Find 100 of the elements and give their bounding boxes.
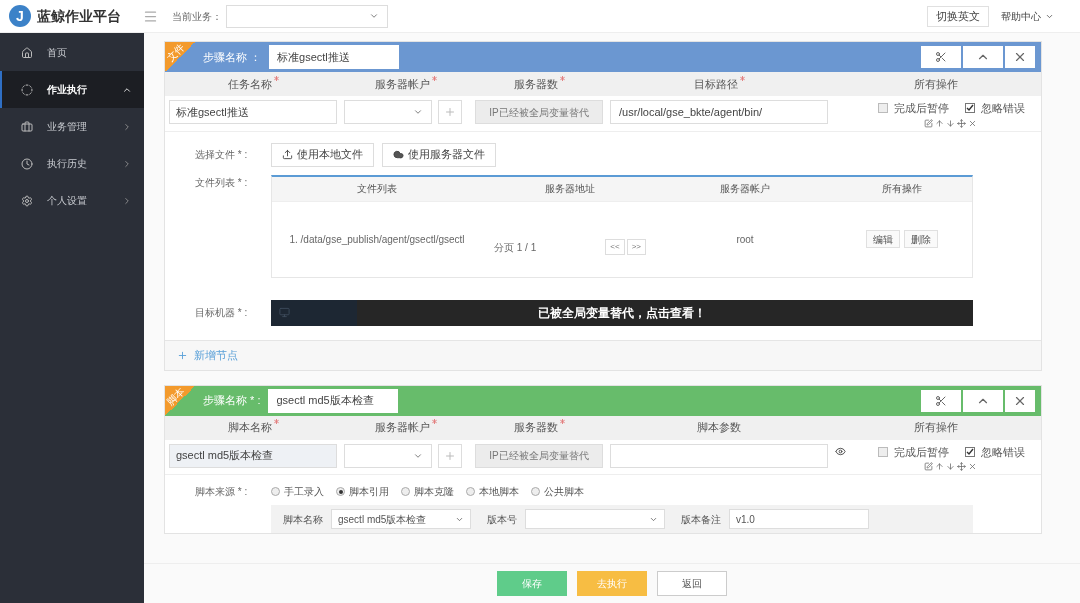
column-header: 服务器帐户 xyxy=(375,421,430,434)
target-path-field[interactable]: /usr/local/gse_bkte/agent/bin/ xyxy=(610,100,828,124)
caret-icon xyxy=(369,11,379,21)
cut-button[interactable] xyxy=(921,389,961,412)
edit-icon[interactable] xyxy=(924,118,933,128)
column-header: 服务器地址 xyxy=(544,182,596,196)
name-field[interactable]: gsectl md5版本检查 xyxy=(169,443,337,468)
checkbox[interactable] xyxy=(878,103,888,114)
plus-icon xyxy=(177,349,188,361)
radio-label: 公共脚本 xyxy=(544,485,584,499)
field-label: 文件列表 * : xyxy=(195,175,249,190)
prev-page-button[interactable]: << xyxy=(605,239,625,255)
close-icon xyxy=(1013,50,1027,64)
monitor-icon xyxy=(279,307,290,318)
step-badge: 脚本 xyxy=(165,385,195,416)
sidebar-item[interactable]: 个人设置 xyxy=(0,182,144,219)
checkbox-label: 完成后暂停 xyxy=(894,444,949,460)
close-button[interactable] xyxy=(1005,46,1035,68)
history-icon xyxy=(21,157,33,170)
column-header: 服务器数 xyxy=(513,77,558,90)
next-page-button[interactable]: >> xyxy=(626,239,646,255)
column-header: 脚本名称 xyxy=(227,421,272,434)
field-label: 版本号 xyxy=(487,512,517,527)
checkbox-label: 忽略错误 xyxy=(981,444,1025,460)
radio-button[interactable] xyxy=(466,487,475,496)
checkbox[interactable] xyxy=(878,446,888,457)
checkbox-label: 完成后暂停 xyxy=(894,101,949,116)
column-header: 服务器数 xyxy=(513,421,558,434)
app-title: 蓝鲸作业平台 xyxy=(37,6,121,26)
script-params-field[interactable] xyxy=(610,443,828,468)
app-logo: J xyxy=(9,5,31,27)
step-badge: 文件 xyxy=(165,42,195,72)
radio-button[interactable] xyxy=(336,487,345,496)
column-header: 脚本参数 xyxy=(697,421,741,434)
target-select-button[interactable] xyxy=(271,299,357,326)
column-header: 目标路径 xyxy=(693,77,738,90)
sidebar-item[interactable]: 执行历史 xyxy=(0,145,144,182)
column-header: 服务器帐户 xyxy=(719,182,771,196)
drag-icon[interactable] xyxy=(957,118,966,128)
plus-icon xyxy=(444,106,456,118)
close-button[interactable] xyxy=(1005,389,1035,412)
sidebar-item[interactable]: 作业执行 xyxy=(0,71,144,108)
cloud-icon xyxy=(393,149,404,160)
radio-label: 脚本引用 xyxy=(349,485,389,499)
name-field[interactable]: 标准gsectl推送 xyxy=(169,100,337,124)
column-header: 所有操作 xyxy=(914,421,958,434)
edit-icon[interactable] xyxy=(924,462,933,471)
business-label: 当前业务： xyxy=(172,9,222,24)
radio-label: 手工录入 xyxy=(284,485,324,499)
sidebar-item[interactable]: 首页 xyxy=(0,34,144,71)
field-label: 版本备注 xyxy=(681,512,721,527)
radio-label: 脚本克隆 xyxy=(414,485,454,499)
drag-icon[interactable] xyxy=(957,462,966,471)
column-header: 服务器帐户 xyxy=(375,77,430,90)
remove-icon[interactable] xyxy=(968,462,977,471)
home-icon xyxy=(21,46,33,59)
switch-language-button[interactable]: 切换英文 xyxy=(927,5,989,27)
server-count-field: IP已经被全局变量替代 xyxy=(475,443,603,468)
version-note-field[interactable]: v1.0 xyxy=(729,509,869,529)
row-action-button[interactable]: 删除 xyxy=(904,230,938,248)
view-icon[interactable] xyxy=(835,446,846,458)
caret-icon xyxy=(413,107,423,117)
remove-icon[interactable] xyxy=(968,118,977,128)
sidebar-item[interactable]: 业务管理 xyxy=(0,108,144,145)
collapse-button[interactable] xyxy=(963,389,1003,412)
field-label: 脚本来源 * : xyxy=(195,485,249,499)
target-banner[interactable]: 已被全局变量替代，点击查看！ xyxy=(538,303,706,322)
upload-icon xyxy=(282,149,293,160)
move-down-icon[interactable] xyxy=(946,118,955,128)
move-up-icon[interactable] xyxy=(935,462,944,471)
column-header: 任务名称 xyxy=(227,77,272,90)
menu-icon[interactable] xyxy=(143,8,158,24)
move-up-icon[interactable] xyxy=(935,118,944,128)
radio-label: 本地脚本 xyxy=(479,485,519,499)
script-select[interactable]: gsectl md5版本检查 xyxy=(331,509,471,529)
server-count-field: IP已经被全局变量替代 xyxy=(475,100,603,124)
column-header: 文件列表 xyxy=(356,182,398,196)
page-indicator: 分页 1 / 1 xyxy=(494,240,537,255)
checkbox[interactable] xyxy=(965,446,975,457)
field-label: 选择文件 * : xyxy=(195,148,249,162)
radio-button[interactable] xyxy=(531,487,540,496)
file-source-button[interactable]: 使用本地文件 xyxy=(271,142,374,167)
row-action-button[interactable]: 编辑 xyxy=(866,230,900,248)
move-down-icon[interactable] xyxy=(946,462,955,471)
step-name-field[interactable]: gsectl md5版本检查 xyxy=(268,388,399,413)
radio-button[interactable] xyxy=(401,487,410,496)
file-source-button[interactable]: 使用服务器文件 xyxy=(382,142,496,167)
step-name-label: 步骤名称 ： xyxy=(203,49,262,65)
checkbox[interactable] xyxy=(965,103,975,114)
field-label: 目标机器 * : xyxy=(195,306,249,320)
table-cell-text: root xyxy=(735,232,755,247)
scissors-icon xyxy=(935,51,947,63)
scissors-icon xyxy=(935,394,947,407)
step-name-field[interactable]: 标准gsectl推送 xyxy=(269,45,400,69)
cut-button[interactable] xyxy=(921,46,961,68)
help-menu[interactable]: 帮助中心 xyxy=(1001,8,1054,24)
settings-icon xyxy=(21,194,33,207)
radio-button[interactable] xyxy=(271,487,280,496)
footer-button[interactable]: 返回 xyxy=(657,571,727,596)
table-cell-text: 1. /data/gse_publish/agent/gsectl/gsectl xyxy=(288,232,466,247)
